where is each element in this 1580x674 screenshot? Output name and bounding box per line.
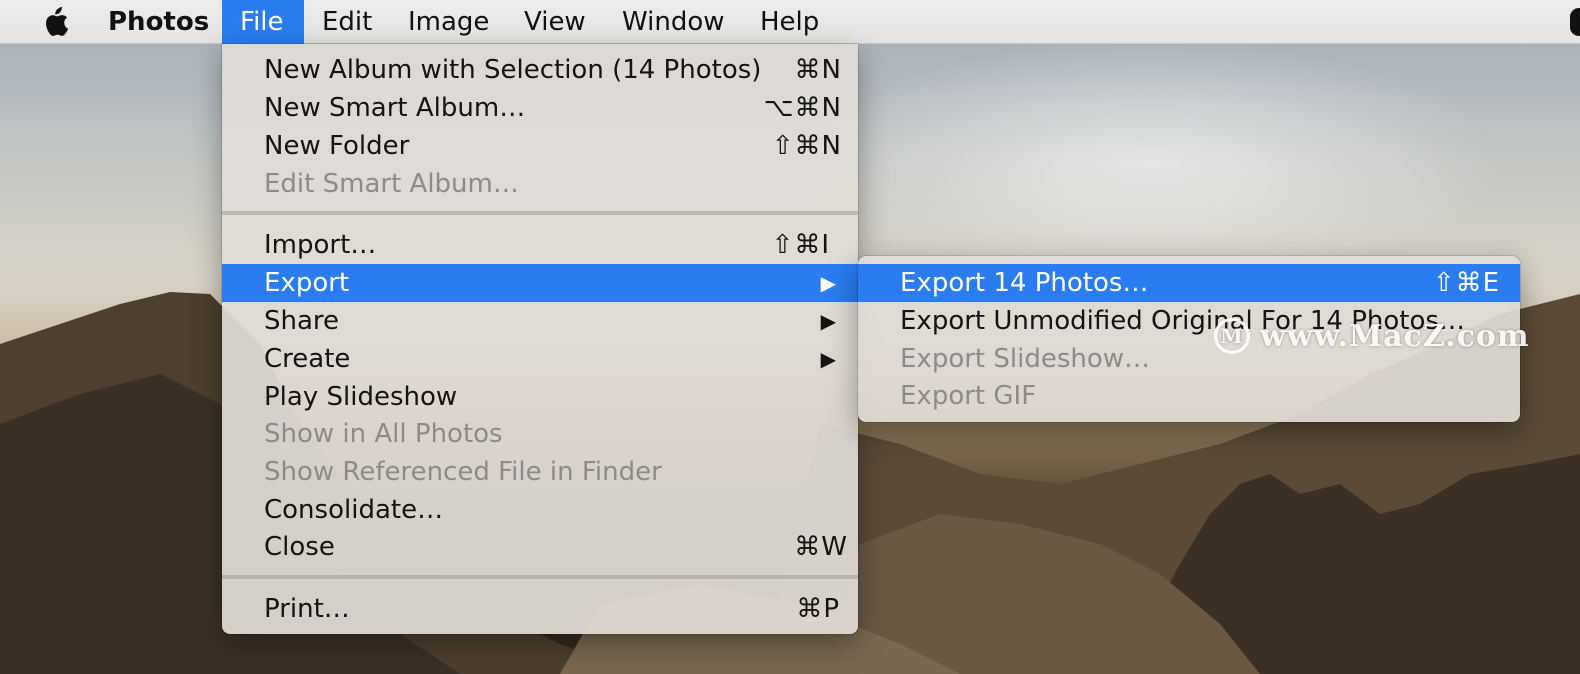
menu-item-label: Consolidate… (264, 495, 444, 525)
menu-item-label: Close (264, 532, 335, 562)
menu-item-play-slideshow[interactable]: Play Slideshow (222, 378, 858, 416)
menu-item-consolidate[interactable]: Consolidate… (222, 491, 858, 529)
menubar-image[interactable]: Image (390, 0, 507, 44)
menu-item-label: New Folder (264, 131, 410, 161)
file-menu: New Album with Selection (14 Photos) ⌘N … (222, 44, 858, 634)
menu-item-label: Play Slideshow (264, 382, 458, 412)
watermark: M www.MacZ.com (1214, 316, 1530, 356)
menu-item-edit-smart-album: Edit Smart Album… (222, 165, 858, 203)
menu-item-label: Import… (264, 230, 377, 260)
menubar-edit[interactable]: Edit (304, 0, 390, 44)
menu-item-label: Export (264, 268, 350, 298)
menu-item-new-smart-album[interactable]: New Smart Album… ⌥⌘N (222, 89, 858, 127)
submenu-arrow-icon: ▶ (820, 271, 836, 295)
menu-item-label: Export Slideshow… (900, 344, 1151, 374)
menu-item-label: New Album with Selection (14 Photos) (264, 55, 762, 85)
menu-bar: Photos File Edit Image View Window Help (0, 0, 1580, 44)
menu-item-import[interactable]: Import… ⇧⌘I (222, 226, 858, 264)
menu-item-label: New Smart Album… (264, 93, 526, 123)
menubar-help[interactable]: Help (742, 0, 837, 44)
submenu-arrow-icon: ▶ (820, 347, 836, 371)
menu-item-print[interactable]: Print… ⌘P (222, 590, 858, 628)
menubar-file[interactable]: File (222, 0, 304, 44)
menu-item-label: Show Referenced File in Finder (264, 457, 662, 487)
menu-item-new-album-with-selection[interactable]: New Album with Selection (14 Photos) ⌘N (222, 51, 858, 89)
menu-item-export-photos[interactable]: Export 14 Photos… ⇧⌘E (858, 264, 1520, 302)
menu-item-shortcut: ⇧⌘N (771, 131, 842, 161)
menu-item-shortcut: ⌘P (796, 594, 840, 624)
menu-item-export-gif: Export GIF (858, 377, 1520, 415)
watermark-text: www.MacZ.com (1260, 318, 1530, 354)
menu-item-label: Share (264, 306, 340, 336)
menu-item-shortcut: ⇧⌘E (1432, 268, 1500, 298)
watermark-logo-icon: M (1214, 318, 1250, 354)
menu-item-label: Export GIF (900, 381, 1037, 411)
menu-item-export[interactable]: Export ▶ (222, 264, 858, 302)
apple-icon[interactable] (40, 6, 70, 38)
menu-item-shortcut: ⇧⌘I (771, 230, 830, 260)
menu-item-label: Show in All Photos (264, 419, 503, 449)
menu-item-close[interactable]: Close ⌘W (222, 528, 858, 566)
menu-item-show-referenced-file: Show Referenced File in Finder (222, 453, 858, 491)
menu-item-shortcut: ⌥⌘N (763, 93, 842, 123)
menu-item-label: Create (264, 344, 351, 374)
menubar-app-photos[interactable]: Photos (90, 0, 227, 44)
menubar-view[interactable]: View (506, 0, 604, 44)
menu-separator (222, 575, 858, 579)
menu-item-new-folder[interactable]: New Folder ⇧⌘N (222, 127, 858, 165)
menu-item-label: Export 14 Photos… (900, 268, 1149, 298)
status-bar-icon[interactable] (1570, 8, 1580, 36)
menu-item-show-in-all-photos: Show in All Photos (222, 415, 858, 453)
menu-item-create[interactable]: Create ▶ (222, 340, 858, 378)
menu-item-shortcut: ⌘W (794, 532, 848, 562)
submenu-arrow-icon: ▶ (820, 309, 836, 333)
menu-item-shortcut: ⌘N (794, 55, 842, 85)
menu-item-label: Print… (264, 594, 350, 624)
menu-item-label: Edit Smart Album… (264, 169, 519, 199)
menubar-window[interactable]: Window (604, 0, 743, 44)
menu-item-share[interactable]: Share ▶ (222, 302, 858, 340)
menu-separator (222, 211, 858, 215)
